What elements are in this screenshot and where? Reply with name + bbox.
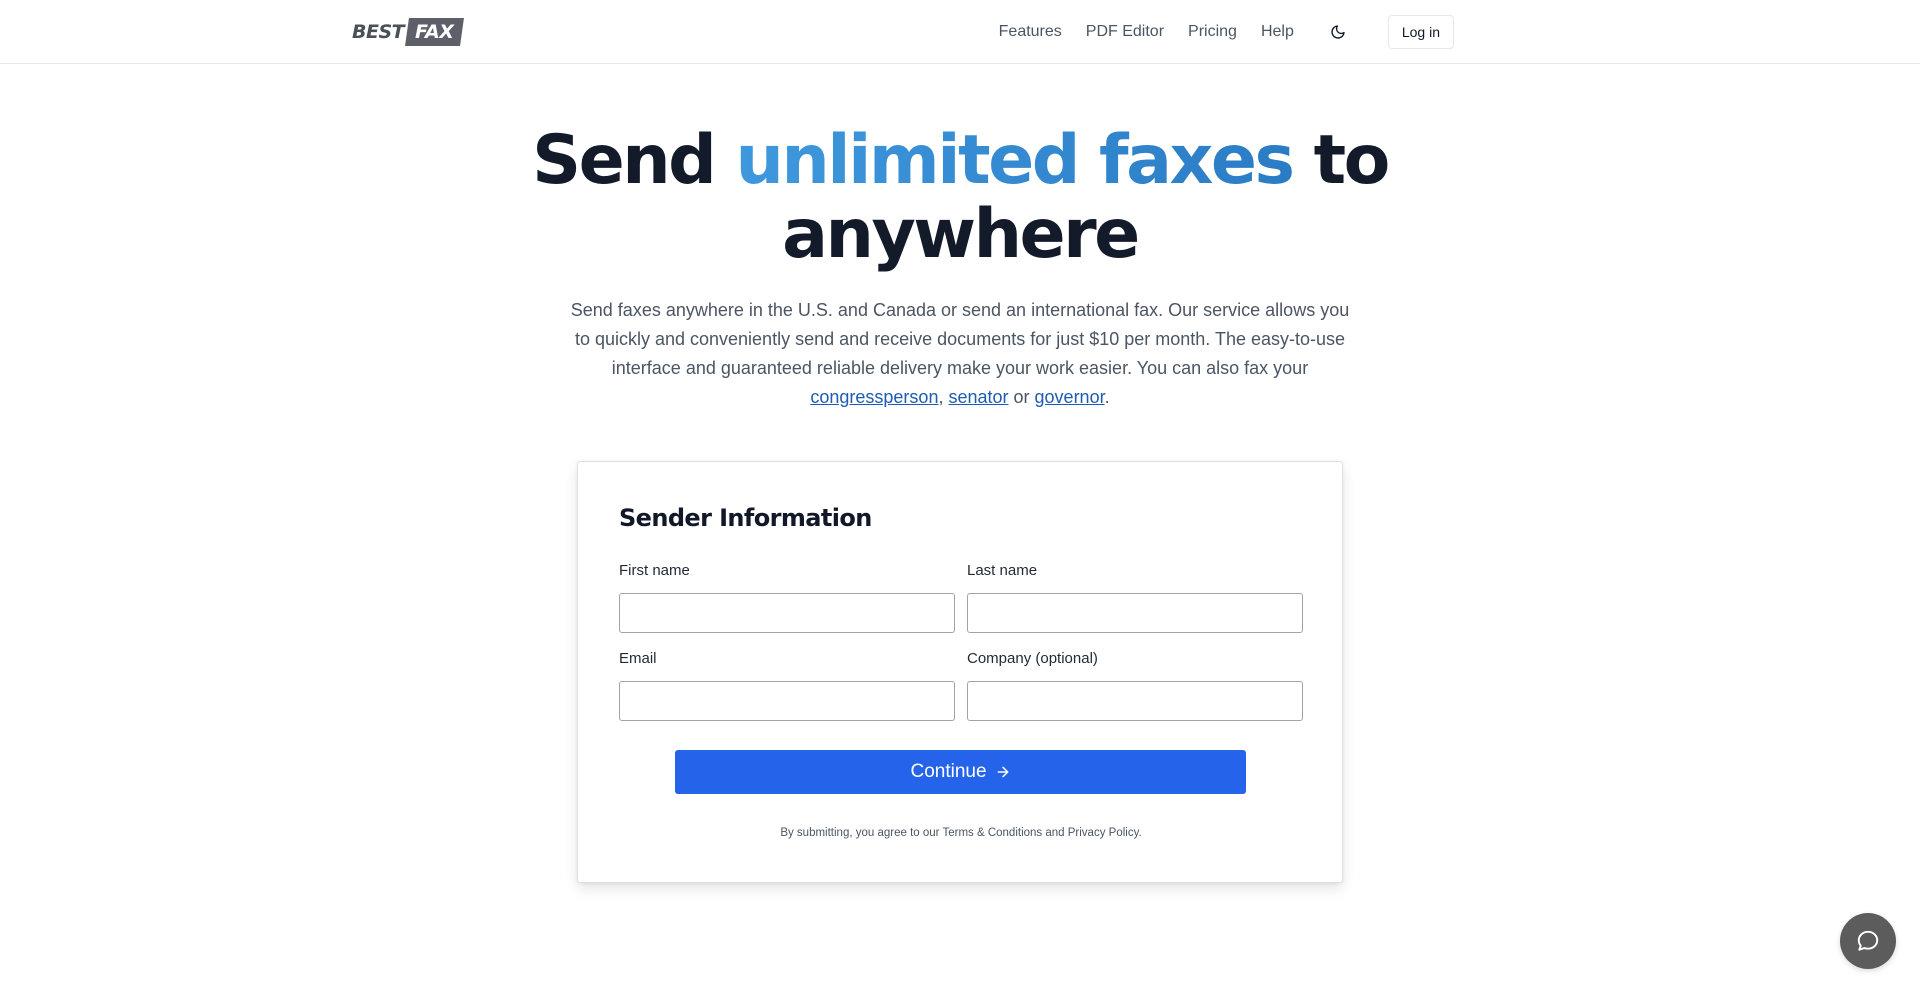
- chat-button[interactable]: [1840, 913, 1896, 969]
- site-header: BEST FAX Features PDF Editor Pricing Hel…: [0, 0, 1920, 64]
- logo-text-fax: FAX: [405, 18, 465, 46]
- first-name-input[interactable]: [619, 593, 955, 633]
- company-field: Company (optional): [967, 650, 1303, 721]
- nav-link-pdf-editor[interactable]: PDF Editor: [1086, 23, 1164, 41]
- last-name-label: Last name: [967, 562, 1038, 579]
- theme-toggle-button[interactable]: [1326, 20, 1350, 44]
- continue-label: Continue: [910, 761, 987, 782]
- nav-link-features[interactable]: Features: [999, 23, 1062, 41]
- company-label: Company (optional): [967, 650, 1098, 667]
- bestfax-logo[interactable]: BEST FAX: [352, 16, 465, 48]
- hero-title-part1: Send: [532, 121, 736, 200]
- company-input[interactable]: [967, 681, 1303, 721]
- nav-link-help[interactable]: Help: [1261, 23, 1294, 41]
- moon-icon: [1331, 25, 1345, 39]
- last-name-field: Last name: [967, 562, 1303, 633]
- senator-link[interactable]: senator: [948, 387, 1008, 407]
- first-name-label: First name: [619, 562, 690, 579]
- login-button[interactable]: Log in: [1387, 15, 1454, 49]
- separator-period: .: [1104, 387, 1110, 407]
- form-title: Sender Information: [619, 504, 872, 532]
- email-input[interactable]: [619, 681, 955, 721]
- hero-description: Send faxes anywhere in the U.S. and Cana…: [570, 296, 1350, 412]
- nav-link-pricing[interactable]: Pricing: [1188, 23, 1237, 41]
- separator-comma: ,: [938, 387, 949, 407]
- arrow-right-icon: [995, 764, 1011, 780]
- email-label: Email: [619, 650, 657, 667]
- separator-or: or: [1008, 387, 1035, 407]
- chat-bubble-icon: [1857, 930, 1879, 951]
- congressperson-link[interactable]: congressperson: [810, 387, 938, 407]
- hero-title: Send unlimited faxes to anywhere: [460, 124, 1460, 272]
- logo-text-best: BEST: [352, 21, 405, 43]
- last-name-input[interactable]: [967, 593, 1303, 633]
- email-field: Email: [619, 650, 955, 721]
- hero-description-text: Send faxes anywhere in the U.S. and Cana…: [570, 300, 1350, 378]
- main-nav: Features PDF Editor Pricing Help Log in: [999, 0, 1454, 64]
- governor-link[interactable]: governor: [1035, 387, 1105, 407]
- sender-information-card: Sender Information First name Last name …: [577, 461, 1343, 883]
- legal-notice: By submitting, you agree to our Terms & …: [780, 827, 1142, 839]
- hero-title-accent: unlimited faxes: [735, 121, 1295, 200]
- continue-button[interactable]: Continue: [675, 750, 1246, 794]
- first-name-field: First name: [619, 562, 955, 633]
